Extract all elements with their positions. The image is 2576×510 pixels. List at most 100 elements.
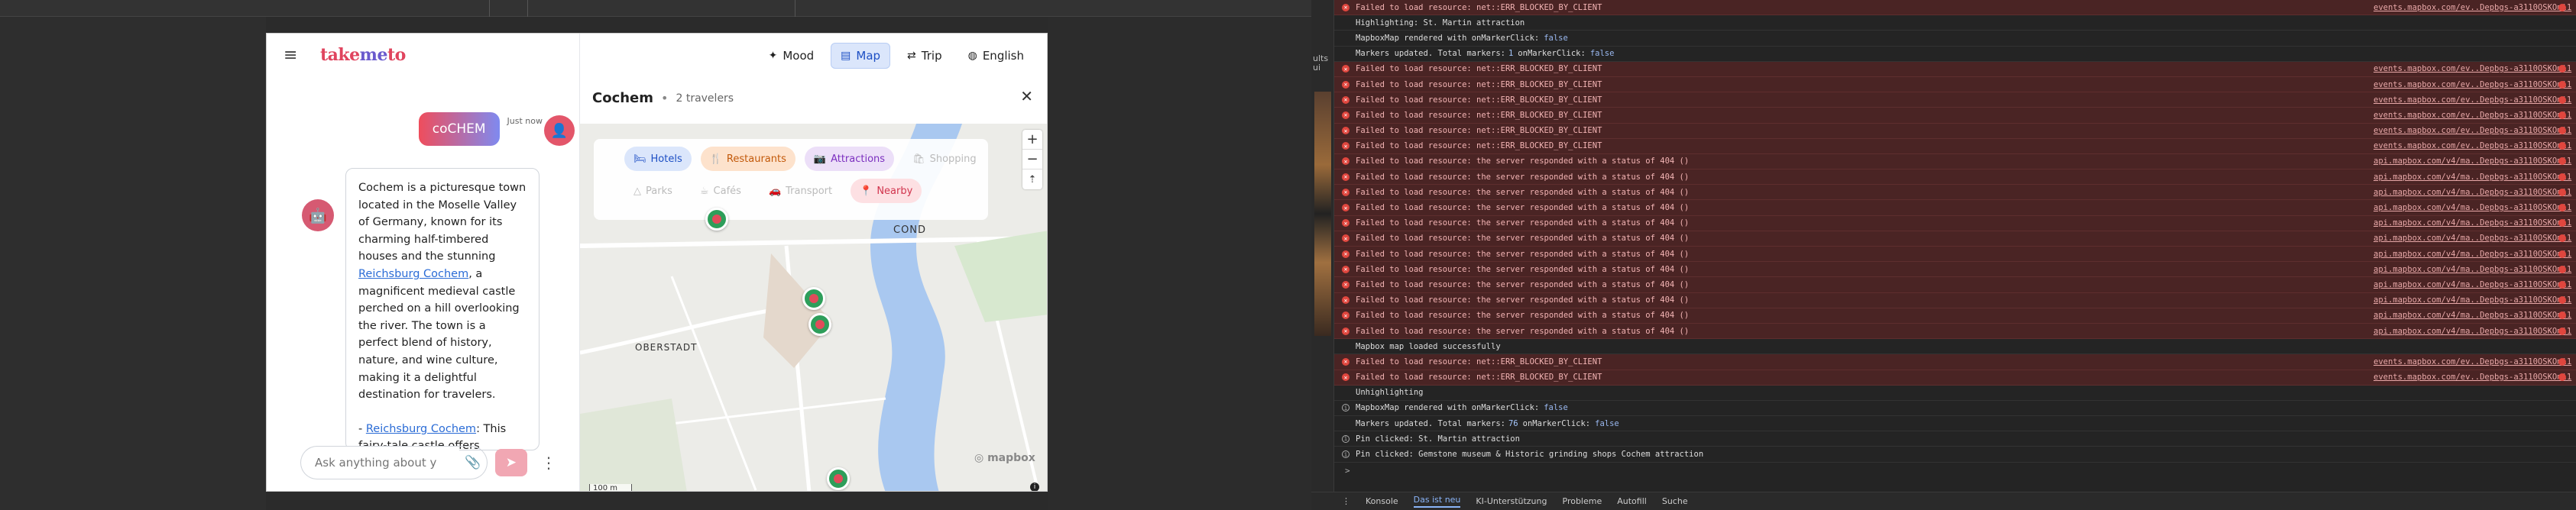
map-canvas[interactable]: 🛏 Hotels 🍴 Restaurants 📷 Attractions 🛍 Shopp… (580, 124, 1047, 491)
filter-shopping-button[interactable]: 🛍 Shopping (903, 147, 986, 171)
mapbox-logo[interactable]: ◎ mapbox (974, 452, 1035, 464)
drawer-tab[interactable]: Konsole (1366, 496, 1398, 506)
console-source-link[interactable]: api.mapbox.com/v4/ma..Depbgs-a3110OSKOmi… (2373, 295, 2571, 305)
console-source-link[interactable]: api.mapbox.com/v4/ma..Depbgs-a3110OSKOmi… (2373, 218, 2571, 228)
drawer-tab[interactable]: Das ist neu (1413, 495, 1461, 508)
console-source-link[interactable]: api.mapbox.com/v4/ma..Depbgs-a3110OSKOmi… (2373, 250, 2571, 259)
console-line: i MapboxMap rendered with onMarkerClick: f… (1334, 401, 2576, 417)
filter-restaurants-button[interactable]: 🍴 Restaurants (700, 147, 795, 171)
console-source-link[interactable]: api.mapbox.com/v4/ma..Depbgs-a3110OSKOmi… (2373, 265, 2571, 274)
hamburger-menu-icon[interactable]: ≡ (284, 46, 303, 65)
console-source-link[interactable]: events.mapbox.com/ev..Depbgs-a3110OSKOmi… (2373, 373, 2571, 382)
console-source-link[interactable]: api.mapbox.com/v4/ma..Depbgs-a3110OSKOmi… (2373, 157, 2571, 166)
green-area (954, 231, 1047, 322)
drawer-menu-icon[interactable]: ⋮ (1342, 496, 1350, 506)
console-source-link[interactable]: api.mapbox.com/v4/ma..Depbgs-a3110OSKOmi… (2373, 173, 2571, 182)
map-marker[interactable] (808, 313, 831, 336)
error-icon: ✕ (1342, 111, 1350, 119)
nav-language-button[interactable]: ◍ English (959, 43, 1033, 69)
user-message-bubble: coCHEM (418, 112, 500, 146)
error-icon: ✕ (1342, 95, 1350, 104)
drawer-tab[interactable]: Suche (1662, 496, 1688, 506)
nav-label: Mood (783, 49, 815, 63)
filter-hotels-button[interactable]: 🛏 Hotels (624, 147, 692, 171)
nav-trip-button[interactable]: ⇄ Trip (898, 43, 951, 69)
console-source-link[interactable]: events.mapbox.com/ev..Depbgs-a3110OSKOmi… (2373, 80, 2571, 89)
zoom-in-button[interactable]: + (1022, 130, 1042, 150)
console-source-link[interactable]: api.mapbox.com/v4/ma..Depbgs-a3110OSKOmi… (2373, 188, 2571, 197)
console-source-link[interactable]: api.mapbox.com/v4/ma..Depbgs-a3110OSKOmi… (2373, 234, 2571, 243)
bed-icon: 🛏 (633, 153, 646, 165)
console-source-link[interactable]: api.mapbox.com/v4/ma..Depbgs-a3110OSKOmi… (2373, 203, 2571, 212)
chip-label: Cafés (713, 185, 741, 197)
info-icon: i (1342, 404, 1350, 412)
console-line: Unhighlighting (1334, 386, 2576, 401)
drawer-tab[interactable]: KI-Unterstützung (1476, 496, 1547, 506)
console-text: Failed to load resource: the server resp… (1356, 311, 1690, 321)
console-line: ✕ Failed to load resource: net::ERR_BLOCK… (1334, 108, 2576, 124)
console-source-link[interactable]: events.mapbox.com/ev..Depbgs-a3110OSKOmi… (2373, 111, 2571, 120)
map-marker[interactable] (705, 208, 728, 231)
filter-row: 🛏 Hotels 🍴 Restaurants 📷 Attractions 🛍 Shopp… (624, 147, 977, 171)
logo[interactable]: takemeto (320, 45, 406, 65)
blank-icon (1342, 34, 1350, 42)
zoom-out-button[interactable]: − (1022, 150, 1042, 169)
more-options-icon[interactable]: ⋮ (541, 454, 556, 472)
console-line: ✕ Failed to load resource: the server res… (1334, 247, 2576, 263)
console-text: Failed to load resource: net::ERR_BLOCKE… (1356, 64, 1602, 74)
console-source-link[interactable]: events.mapbox.com/ev..Depbgs-a3110OSKOmi… (2373, 3, 2571, 12)
console-text: onMarkerClick: (1522, 418, 1591, 428)
compass-button[interactable]: ⇡ (1022, 169, 1042, 189)
mapbox-text: mapbox (987, 452, 1035, 464)
console-prompt[interactable]: > (1334, 466, 2576, 476)
console-text: Mapbox map loaded successfully (1356, 341, 1501, 351)
console-source-link[interactable]: api.mapbox.com/v4/ma..Depbgs-a3110OSKOmi… (2373, 327, 2571, 336)
drawer-tab[interactable]: Autofill (1617, 496, 1647, 506)
filter-attractions-button[interactable]: 📷 Attractions (804, 147, 895, 171)
filter-nearby-button[interactable]: 📍 Nearby (851, 179, 922, 203)
error-count-icon (2558, 280, 2566, 289)
reichsburg-link[interactable]: Reichsburg Cochem (358, 268, 468, 280)
nav-mood-button[interactable]: ✦ Mood (760, 43, 824, 69)
map-marker[interactable] (827, 467, 850, 490)
error-icon: ✕ (1342, 173, 1350, 181)
console-line: Mapbox map loaded successfully (1334, 339, 2576, 355)
console-text: Failed to load resource: the server resp… (1356, 157, 1690, 166)
console-text: Failed to load resource: net::ERR_BLOCKE… (1356, 126, 1602, 136)
blank-icon (1342, 343, 1350, 350)
console-number: 76 (1508, 418, 1518, 428)
error-count-icon (2558, 204, 2566, 212)
error-count-icon (2558, 188, 2566, 196)
console-source-link[interactable]: events.mapbox.com/ev..Depbgs-a3110OSKOmi… (2373, 95, 2571, 105)
old-town-area (763, 253, 832, 368)
send-button[interactable]: ➤ (494, 449, 527, 476)
close-icon[interactable]: ✕ (1020, 87, 1033, 105)
console-source-link[interactable]: events.mapbox.com/ev..Depbgs-a3110OSKOmi… (2373, 357, 2571, 366)
reichsburg-link-2[interactable]: Reichsburg Cochem (366, 423, 476, 435)
console-text: Failed to load resource: the server resp… (1356, 249, 1690, 259)
filter-transport-button[interactable]: 🚗 Transport (760, 179, 841, 203)
error-count-icon (2558, 95, 2566, 104)
filter-cafes-button[interactable]: ☕ Cafés (691, 179, 750, 203)
filter-parks-button[interactable]: △ Parks (624, 179, 682, 203)
error-count-icon (2558, 80, 2566, 89)
drawer-tab[interactable]: Probleme (1563, 496, 1602, 506)
info-icon[interactable]: i (1030, 483, 1039, 491)
nav-map-button[interactable]: ▤ Map (831, 43, 891, 69)
map-marker[interactable] (802, 287, 825, 310)
error-icon: ✕ (1342, 357, 1350, 366)
console-text: Failed to load resource: net::ERR_BLOCKE… (1356, 357, 1602, 366)
console-source-link[interactable]: api.mapbox.com/v4/ma..Depbgs-a3110OSKOmi… (2373, 311, 2571, 320)
bot-message: Cochem is a picturesque town located in … (345, 168, 540, 450)
console-source-link[interactable]: events.mapbox.com/ev..Depbgs-a3110OSKOmi… (2373, 64, 2571, 73)
chat-input[interactable] (300, 446, 459, 479)
filter-row: △ Parks ☕ Cafés 🚗 Transport 📍 Nearby (624, 179, 957, 203)
console-text: onMarkerClick: (1518, 49, 1586, 59)
console-source-link[interactable]: api.mapbox.com/v4/ma..Depbgs-a3110OSKOmi… (2373, 280, 2571, 289)
console-source-link[interactable]: events.mapbox.com/ev..Depbgs-a3110OSKOmi… (2373, 126, 2571, 135)
console-line: ✕ Failed to load resource: net::ERR_BLOCK… (1334, 138, 2576, 154)
chat-header: ≡ takemeto (267, 34, 579, 76)
console-source-link[interactable]: events.mapbox.com/ev..Depbgs-a3110OSKOmi… (2373, 141, 2571, 150)
chip-label: Parks (646, 185, 672, 197)
attach-icon[interactable]: 📎 (459, 446, 488, 479)
